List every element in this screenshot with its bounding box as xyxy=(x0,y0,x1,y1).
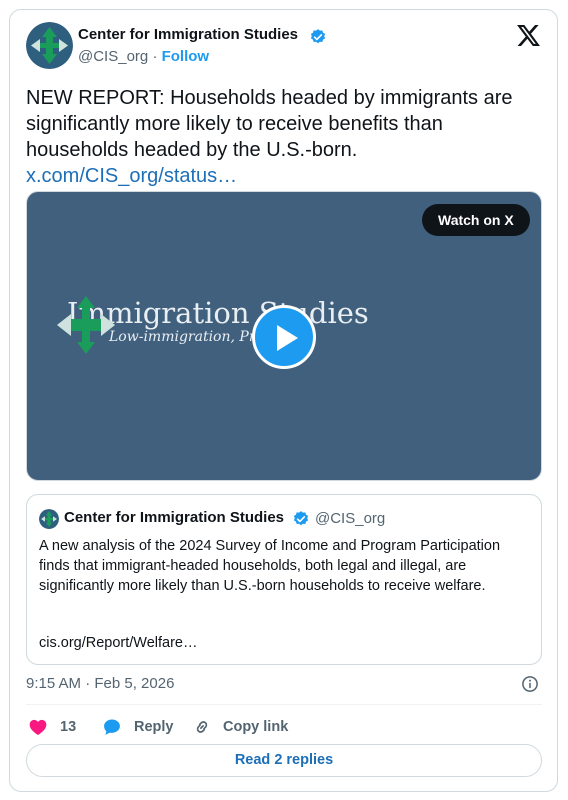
link-icon xyxy=(196,721,208,733)
copy-link-button[interactable]: Copy link xyxy=(193,715,288,739)
like-count: 13 xyxy=(60,719,77,735)
play-button[interactable] xyxy=(252,305,316,369)
reply-bubble-icon xyxy=(104,719,120,735)
quoted-post-text: A new analysis of the 2024 Survey of Inc… xyxy=(39,538,501,594)
x-logo-icon[interactable] xyxy=(517,25,540,46)
verified-badge-icon xyxy=(293,511,309,526)
quoted-author-name: Center for Immigration Studies xyxy=(64,509,285,526)
info-icon[interactable] xyxy=(521,675,539,693)
separator-dot: · xyxy=(152,48,158,65)
quoted-post-link[interactable]: cis.org/Report/Welfare… xyxy=(39,635,197,651)
quoted-author-avatar xyxy=(39,509,59,529)
reply-label: Reply xyxy=(134,719,174,735)
heart-icon xyxy=(29,719,47,735)
quoted-post[interactable]: Center for Immigration Studies @CIS_org … xyxy=(26,494,542,665)
post-text: NEW REPORT: Households headed by immigra… xyxy=(26,85,546,189)
post-timestamp[interactable]: 9:15 AM · Feb 5, 2026 xyxy=(26,675,174,692)
verified-badge-icon xyxy=(310,29,326,44)
author-avatar[interactable] xyxy=(26,22,73,69)
author-handle-row: @CIS_org · Follow xyxy=(78,48,209,65)
copy-link-label: Copy link xyxy=(223,719,289,735)
embedded-post-card: Center for Immigration Studies @CIS_org … xyxy=(9,9,558,792)
post-link[interactable]: x.com/CIS_org/status… xyxy=(26,165,237,187)
video-overlay-subtitle: Low-immigration, Pro-I xyxy=(109,329,275,345)
reply-button[interactable]: Reply xyxy=(102,715,174,739)
watch-on-x-button[interactable]: Watch on X xyxy=(422,204,530,236)
author-name[interactable]: Center for Immigration Studies xyxy=(78,26,298,43)
video-player[interactable]: Immigration Studies Low-immigration, Pro… xyxy=(26,191,542,481)
quoted-author-handle: @CIS_org xyxy=(315,510,386,527)
like-button[interactable]: 13 xyxy=(28,715,76,739)
follow-button[interactable]: Follow xyxy=(162,48,210,65)
video-logo-icon xyxy=(57,296,115,354)
author-handle[interactable]: @CIS_org xyxy=(78,48,148,65)
divider xyxy=(26,704,542,705)
post-body: NEW REPORT: Households headed by immigra… xyxy=(26,87,513,161)
read-replies-button[interactable]: Read 2 replies xyxy=(26,744,542,777)
play-icon xyxy=(277,325,298,351)
